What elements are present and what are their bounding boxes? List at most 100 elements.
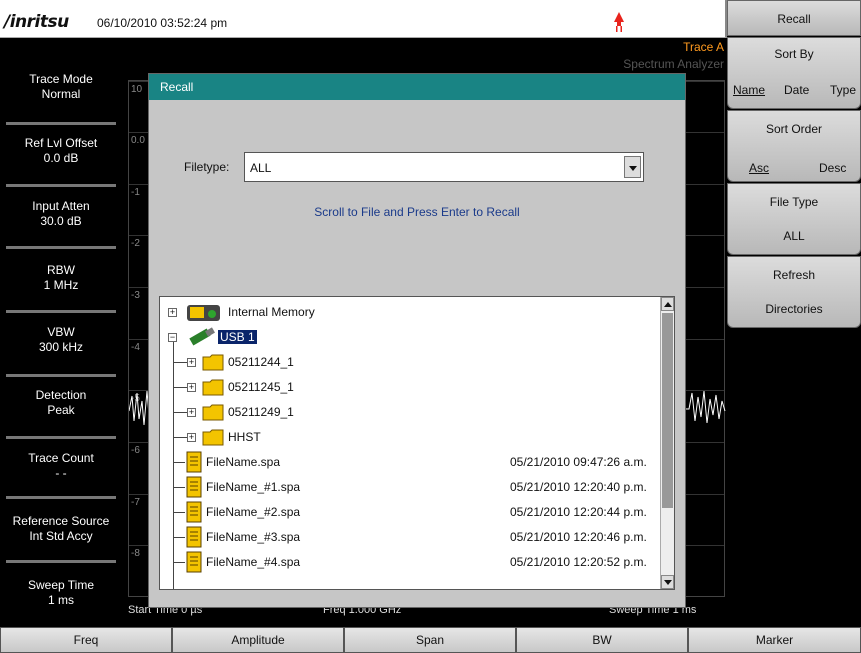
tree-node-usb[interactable]: − USB 1 bbox=[160, 325, 660, 349]
trace-mode-label[interactable]: Trace Mode Normal bbox=[0, 72, 122, 102]
bw-button[interactable]: BW bbox=[516, 627, 688, 653]
refresh-label: Refresh bbox=[772, 268, 816, 282]
y-axis-label: -7 bbox=[131, 497, 140, 508]
anritsu-logo: /inritsu bbox=[4, 12, 69, 32]
left-item-value: 300 kHz bbox=[38, 340, 84, 354]
title-bar: /inritsu 06/10/2010 03:52:24 pm bbox=[0, 0, 727, 38]
separator bbox=[6, 122, 116, 125]
scroll-up-arrow-icon[interactable] bbox=[661, 297, 674, 311]
sort-order-label: Sort Order bbox=[765, 122, 822, 136]
tree-node-folder[interactable]: + HHST bbox=[160, 425, 660, 449]
right-menu-panel: Recall Sort By Name Date Type Sort Order… bbox=[727, 0, 861, 330]
scroll-thumb[interactable] bbox=[662, 313, 673, 508]
marker-button[interactable]: Marker bbox=[688, 627, 861, 653]
separator bbox=[6, 436, 116, 439]
power-plug-icon bbox=[614, 12, 624, 32]
left-item-name: Trace Count bbox=[28, 451, 94, 465]
tree-label: HHST bbox=[228, 430, 261, 444]
left-item-name: RBW bbox=[47, 263, 75, 277]
file-date: 05/21/2010 12:20:46 p.m. bbox=[510, 530, 647, 544]
chevron-down-icon[interactable] bbox=[624, 156, 641, 178]
separator bbox=[6, 310, 116, 313]
left-item-value: 1 MHz bbox=[43, 278, 79, 292]
tree-node-folder[interactable]: + 05211244_1 bbox=[160, 350, 660, 374]
recall-dialog: Recall Filetype: ALL Scroll to File and … bbox=[148, 73, 686, 608]
file-name: FileName.spa bbox=[206, 455, 281, 469]
scroll-down-arrow-icon[interactable] bbox=[661, 575, 674, 589]
sort-option-date[interactable]: Date bbox=[784, 83, 809, 97]
tree-label: Internal Memory bbox=[228, 305, 315, 319]
refresh-directories-button[interactable]: Refresh Directories bbox=[727, 256, 861, 328]
document-icon bbox=[186, 551, 202, 573]
tree-label: 05211245_1 bbox=[228, 380, 294, 394]
tree-node-file[interactable]: FileName_#3.spa 05/21/2010 12:20:46 p.m. bbox=[160, 525, 660, 549]
filetype-value: ALL bbox=[250, 161, 272, 175]
sort-order-asc[interactable]: Asc bbox=[749, 161, 769, 175]
vbw-label[interactable]: VBW 300 kHz bbox=[0, 325, 122, 355]
y-axis-label: 10 bbox=[131, 84, 143, 95]
tree-node-folder[interactable]: + 05211245_1 bbox=[160, 375, 660, 399]
input-atten-label[interactable]: Input Atten 30.0 dB bbox=[0, 199, 122, 229]
left-item-value: 0.0 dB bbox=[43, 151, 79, 165]
folder-icon bbox=[202, 404, 224, 421]
file-type-button[interactable]: File Type ALL bbox=[727, 183, 861, 255]
separator bbox=[6, 496, 116, 499]
left-item-name: Detection bbox=[35, 388, 87, 402]
left-item-name: Sweep Time bbox=[27, 578, 95, 592]
trace-count-label[interactable]: Trace Count - - bbox=[0, 451, 122, 481]
expand-icon[interactable]: + bbox=[187, 358, 196, 367]
rbw-label[interactable]: RBW 1 MHz bbox=[0, 263, 122, 293]
left-item-name: Input Atten bbox=[32, 199, 90, 213]
tree-label: 05211244_1 bbox=[228, 355, 294, 369]
expand-icon[interactable]: + bbox=[187, 408, 196, 417]
file-tree[interactable]: + Internal Memory − USB 1 + 05211244_1 +… bbox=[159, 296, 675, 590]
ref-lvl-offset-label[interactable]: Ref Lvl Offset 0.0 dB bbox=[0, 136, 122, 166]
sort-order-desc[interactable]: Desc bbox=[819, 161, 846, 175]
file-date: 05/21/2010 09:47:26 a.m. bbox=[510, 455, 647, 469]
left-item-name: Trace Mode bbox=[29, 72, 93, 86]
folder-icon bbox=[202, 429, 224, 446]
sort-order-button[interactable]: Sort Order Asc Desc bbox=[727, 110, 861, 182]
separator bbox=[6, 560, 116, 563]
document-icon bbox=[186, 476, 202, 498]
file-name: FileName_#4.spa bbox=[206, 555, 301, 569]
tree-node-file[interactable]: FileName.spa 05/21/2010 09:47:26 a.m. bbox=[160, 450, 660, 474]
sort-option-name[interactable]: Name bbox=[733, 83, 765, 97]
tree-node-folder[interactable]: + 05211249_1 bbox=[160, 400, 660, 424]
tree-connector bbox=[173, 462, 185, 463]
separator bbox=[6, 184, 116, 187]
amplitude-button[interactable]: Amplitude bbox=[172, 627, 344, 653]
expand-icon[interactable]: + bbox=[187, 383, 196, 392]
sort-by-button[interactable]: Sort By Name Date Type bbox=[727, 37, 861, 109]
file-date: 05/21/2010 12:20:44 p.m. bbox=[510, 505, 647, 519]
detection-label[interactable]: Detection Peak bbox=[0, 388, 122, 418]
expand-icon[interactable]: + bbox=[168, 308, 177, 317]
span-button[interactable]: Span bbox=[344, 627, 516, 653]
left-item-value: - - bbox=[55, 466, 67, 480]
trace-label: Trace A bbox=[683, 40, 724, 54]
document-icon bbox=[186, 451, 202, 473]
datetime-display: 06/10/2010 03:52:24 pm bbox=[97, 16, 228, 30]
freq-button[interactable]: Freq bbox=[0, 627, 172, 653]
sort-option-type[interactable]: Type bbox=[830, 83, 856, 97]
reference-source-label[interactable]: Reference Source Int Std Accy bbox=[0, 514, 122, 544]
tree-node-file[interactable]: FileName_#1.spa 05/21/2010 12:20:40 p.m. bbox=[160, 475, 660, 499]
left-item-name: VBW bbox=[47, 325, 75, 339]
tree-connector bbox=[173, 362, 187, 363]
separator bbox=[6, 246, 116, 249]
filetype-select[interactable]: ALL bbox=[244, 152, 644, 182]
tree-scrollbar[interactable] bbox=[660, 297, 674, 589]
expand-icon[interactable]: + bbox=[187, 433, 196, 442]
left-soft-label-panel: Trace Mode Normal Ref Lvl Offset 0.0 dB … bbox=[0, 38, 122, 607]
tree-node-file[interactable]: FileName_#2.spa 05/21/2010 12:20:44 p.m. bbox=[160, 500, 660, 524]
left-item-name: Ref Lvl Offset bbox=[24, 136, 98, 150]
tree-node-internal-memory[interactable]: + Internal Memory bbox=[160, 300, 660, 324]
collapse-icon[interactable]: − bbox=[168, 333, 177, 342]
sweep-time-label[interactable]: Sweep Time 1 ms bbox=[0, 578, 122, 608]
file-type-value: ALL bbox=[783, 229, 805, 243]
tree-connector bbox=[173, 487, 185, 488]
left-item-value: Normal bbox=[41, 87, 81, 101]
tree-connector bbox=[173, 537, 185, 538]
document-icon bbox=[186, 501, 202, 523]
tree-node-file[interactable]: FileName_#4.spa 05/21/2010 12:20:52 p.m. bbox=[160, 550, 660, 574]
